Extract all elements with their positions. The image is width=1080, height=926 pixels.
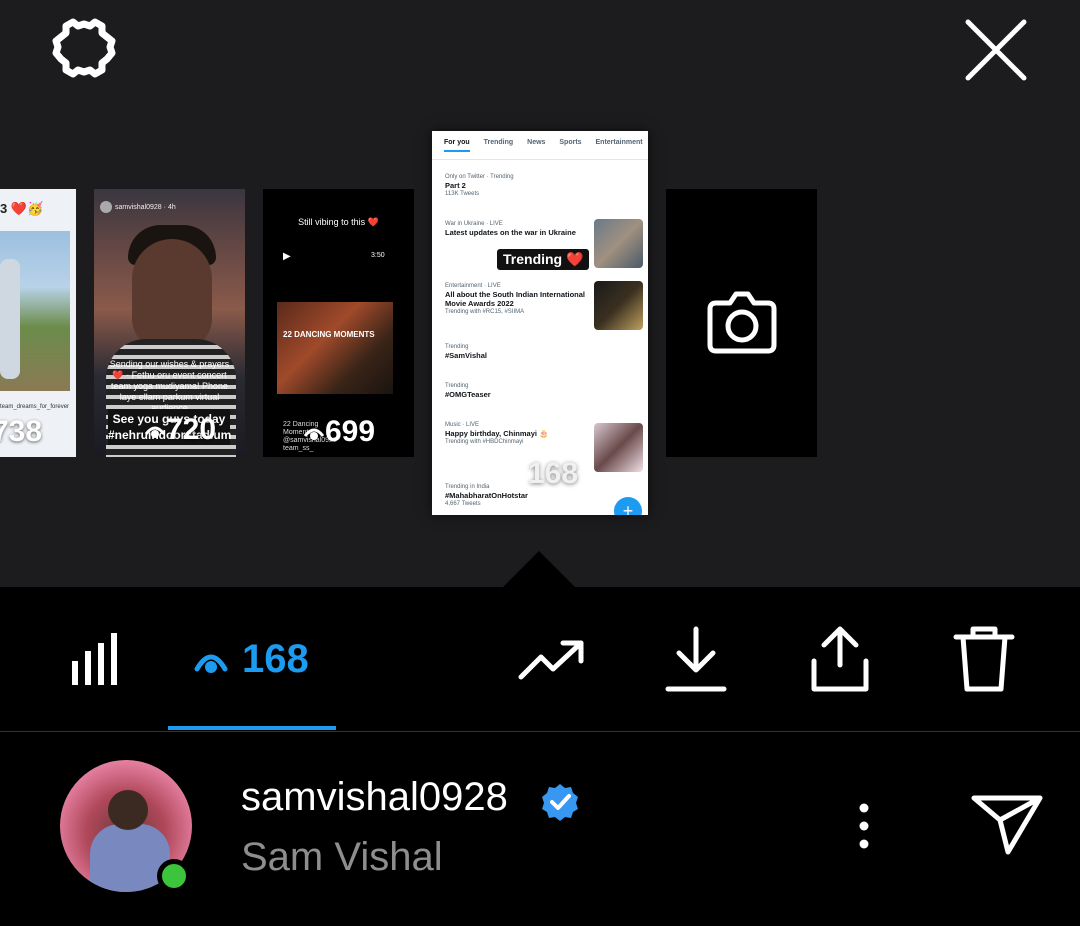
- story-views-value: 720: [166, 413, 217, 446]
- story-thumbnail[interactable]: samvishal0928 · 4h Sending our wishes & …: [94, 189, 245, 457]
- story-views-value: 699: [325, 415, 376, 448]
- trend-meta: Only on Twitter · Trending: [445, 174, 514, 180]
- trend-image: [594, 219, 643, 268]
- trend-sub: 4,667 Tweets: [445, 501, 481, 507]
- avatar-photo: [108, 790, 148, 830]
- gear-icon: [52, 18, 116, 78]
- trend-meta: Entertainment · LIVE: [445, 283, 501, 289]
- trash-icon: [953, 626, 1015, 692]
- tab-label: Trending: [483, 139, 514, 146]
- eye-icon: [303, 428, 325, 441]
- trend-item: Entertainment · LIVE All about the South…: [445, 282, 591, 316]
- trend-headline: #MahabharatOnHotstar: [445, 491, 528, 500]
- download-button[interactable]: [665, 625, 727, 698]
- trend-sub: 113K Tweets: [445, 191, 480, 197]
- selected-story-pointer: [503, 551, 575, 587]
- settings-button[interactable]: [48, 14, 120, 86]
- story-view-count: 168: [528, 457, 579, 490]
- full-name: Sam Vishal: [241, 835, 443, 879]
- story-action-bar: 168: [0, 587, 1080, 732]
- trend-headline: All about the South Indian International…: [445, 290, 585, 308]
- trending-up-icon: [518, 640, 584, 680]
- divider: [432, 159, 648, 160]
- story-username: samvishal0928: [115, 203, 162, 211]
- story-duration: 3:50: [371, 252, 385, 259]
- close-icon: [965, 19, 1027, 81]
- trend-item: Trending #SamVishal: [445, 343, 595, 360]
- trend-headline: Part 2: [445, 181, 466, 190]
- story-thumbnail-selected[interactable]: For you Trending News Sports Entertainme…: [432, 131, 648, 515]
- top-bar: [0, 0, 1080, 100]
- trend-meta: War in Ukraine · LIVE: [445, 221, 503, 227]
- online-indicator: [157, 859, 191, 893]
- more-options-button[interactable]: [848, 800, 880, 852]
- twitter-tabs: For you Trending News Sports Entertainme…: [432, 139, 648, 152]
- story-thumbnail[interactable]: 3 ❤️🥳 team_dreams_for_forever 738: [0, 189, 76, 457]
- more-vertical-icon: [859, 803, 869, 849]
- story-header: 3 ❤️🥳: [0, 201, 44, 216]
- tab-label: For you: [444, 139, 470, 152]
- send-button[interactable]: [970, 792, 1046, 858]
- delete-button[interactable]: [953, 625, 1015, 698]
- trend-item: Only on Twitter · Trending Part 2 113K T…: [445, 173, 595, 198]
- close-button[interactable]: [960, 14, 1032, 86]
- trend-headline: Latest updates on the war in Ukraine: [445, 228, 576, 237]
- camera-icon: [707, 291, 777, 354]
- story-photo: [132, 239, 212, 349]
- verified-badge-icon: [542, 784, 578, 821]
- download-icon: [665, 626, 727, 692]
- story-view-count: 720: [144, 413, 216, 447]
- trend-image: [594, 423, 643, 472]
- share-icon: [811, 626, 869, 692]
- story-thumbnail[interactable]: Still vibing to this ❤️ ▶ 3:50 22 DANCIN…: [263, 189, 414, 457]
- thumbnail-label: 22 DANCING MOMENTS: [283, 330, 375, 339]
- story-caption: team_dreams_for_forever: [0, 404, 70, 410]
- trend-headline: Happy birthday, Chinmayi 🎂: [445, 429, 549, 438]
- send-icon: [971, 795, 1043, 855]
- eye-icon: [194, 654, 228, 673]
- trend-headline: #OMGTeaser: [445, 390, 491, 399]
- trend-sub: Trending with #HBDChinmayi: [445, 439, 524, 445]
- tab-label: Entertainment: [595, 139, 643, 146]
- story-view-count: 738: [0, 415, 43, 448]
- trend-meta: Trending: [445, 383, 469, 389]
- story-time: 4h: [167, 203, 176, 211]
- views-tab[interactable]: 168: [168, 587, 336, 732]
- trend-item: War in Ukraine · LIVE Latest updates on …: [445, 220, 593, 237]
- trend-image: [594, 281, 643, 330]
- story-header: samvishal0928 · 4h: [100, 201, 176, 213]
- trend-headline: #SamVishal: [445, 351, 487, 360]
- play-icon: ▶: [283, 251, 291, 262]
- active-tab-indicator: [168, 726, 336, 730]
- add-story-tile[interactable]: [666, 189, 817, 457]
- trend-meta: Trending: [445, 344, 469, 350]
- story-video-thumbnail: 22 DANCING MOMENTS: [277, 302, 393, 394]
- bar-chart-icon: [72, 633, 117, 685]
- avatar: [100, 201, 112, 213]
- tab-label: News: [527, 139, 546, 146]
- eye-icon: [144, 426, 166, 439]
- trending-sticker: Trending ❤️: [497, 249, 590, 270]
- username[interactable]: samvishal0928: [241, 775, 508, 820]
- boost-button[interactable]: [517, 635, 587, 690]
- trend-item: Music · LIVE Happy birthday, Chinmayi 🎂 …: [445, 421, 595, 446]
- trend-meta: Music · LIVE: [445, 422, 480, 428]
- share-button[interactable]: [808, 625, 872, 698]
- story-view-count: 699: [303, 415, 375, 449]
- story-person: [0, 259, 20, 379]
- profile-row: samvishal0928 Sam Vishal: [0, 732, 1080, 926]
- insights-button[interactable]: [68, 631, 124, 692]
- compose-fab-icon: +: [614, 497, 642, 515]
- views-count: 168: [242, 637, 309, 681]
- story-title: Still vibing to this ❤️: [298, 217, 379, 227]
- tab-label: Sports: [559, 139, 582, 146]
- trend-sub: Trending with #RC15, #SIIMA: [445, 309, 525, 315]
- story-caption: Sending our wishes & prayers ❤️ - Fethu …: [109, 359, 230, 413]
- trend-item: Trending #OMGTeaser: [445, 382, 595, 399]
